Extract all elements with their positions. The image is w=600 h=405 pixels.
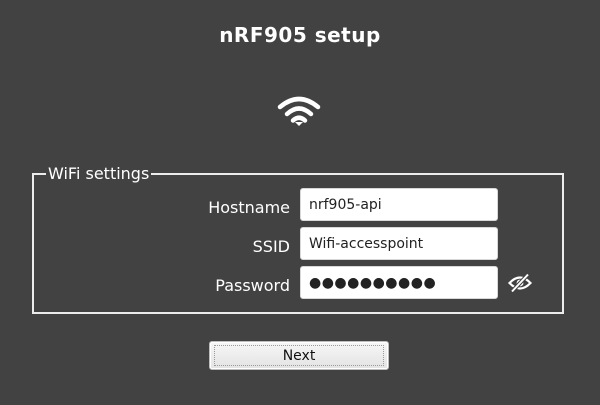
next-button-label: Next (214, 345, 384, 366)
hostname-label: Hostname (208, 198, 290, 217)
password-label: Password (215, 276, 290, 295)
wifi-settings-legend: WiFi settings (48, 164, 150, 183)
next-button[interactable]: Next (209, 341, 389, 370)
hostname-field[interactable] (300, 188, 498, 221)
wifi-icon (277, 96, 321, 126)
ssid-label: SSID (252, 237, 290, 256)
ssid-field[interactable] (300, 227, 498, 260)
page-title: nRF905 setup (219, 23, 381, 47)
eye-slash-icon[interactable] (508, 273, 532, 293)
password-field[interactable] (300, 266, 498, 299)
